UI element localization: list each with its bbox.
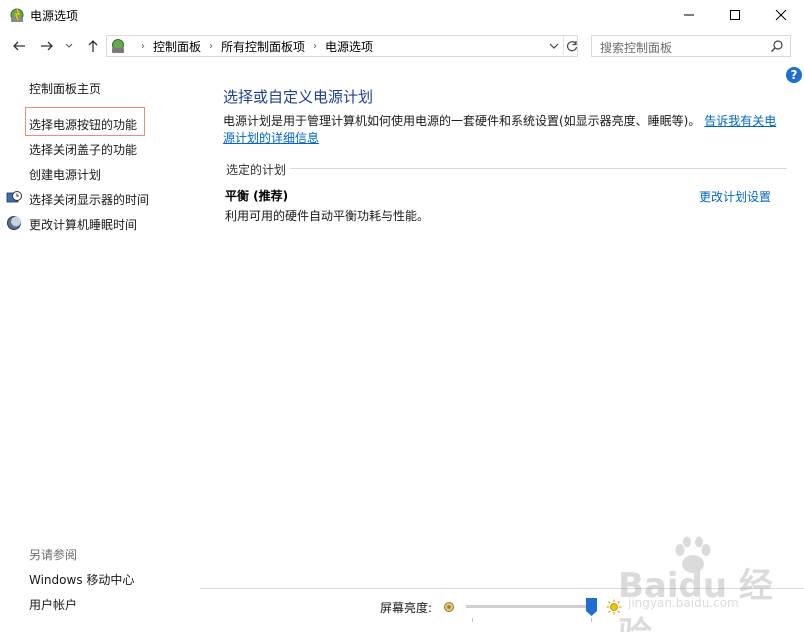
up-button[interactable] <box>83 36 103 56</box>
back-arrow-icon <box>13 41 25 51</box>
watermark-url: jingyan.baidu.com <box>628 596 739 610</box>
back-button[interactable] <box>9 36 29 56</box>
maximize-icon <box>730 10 740 20</box>
brightness-slider[interactable] <box>466 605 594 608</box>
plan-description: 利用可用的硬件自动平衡功耗与性能。 <box>225 209 430 223</box>
address-box[interactable]: › 控制面板 › 所有控制面板项 › 电源选项 <box>106 35 578 57</box>
window-title: 电源选项 <box>30 9 79 23</box>
minimize-button[interactable] <box>666 0 712 30</box>
power-options-icon <box>10 8 24 22</box>
control-panel-icon <box>112 39 124 53</box>
dim-sun-icon <box>444 602 454 612</box>
breadcrumb-item-control-panel[interactable]: 控制面板 <box>153 38 201 55</box>
breadcrumb-separator-icon[interactable]: › <box>305 41 325 52</box>
sidebar-item-create-plan[interactable]: 创建电源计划 <box>29 166 101 183</box>
close-icon <box>775 9 787 21</box>
search-placeholder: 搜索控制面板 <box>600 41 673 55</box>
sidebar-home-link[interactable]: 控制面板主页 <box>29 80 101 97</box>
recent-locations-button[interactable] <box>62 36 76 56</box>
title-bar: 电源选项 <box>0 0 804 30</box>
sidebar-item-sleep[interactable]: 更改计算机睡眠时间 <box>29 216 137 233</box>
breadcrumb-separator-icon[interactable]: › <box>201 41 221 52</box>
breadcrumb-item-power-options[interactable]: 电源选项 <box>325 38 373 55</box>
sidebar-item-lid[interactable]: 选择关闭盖子的功能 <box>29 141 137 158</box>
help-icon[interactable]: ? <box>786 67 802 83</box>
see-also-mobility-center[interactable]: Windows 移动中心 <box>29 571 134 588</box>
refresh-icon <box>566 41 578 52</box>
selected-plan-heading: 选定的计划 <box>226 163 287 177</box>
see-also-user-accounts[interactable]: 用户帐户 <box>29 596 77 613</box>
breadcrumb: › 控制面板 › 所有控制面板项 › 电源选项 <box>133 36 373 56</box>
address-dropdown-button[interactable] <box>545 36 563 56</box>
watermark-text: Baidu 经验 <box>618 566 773 632</box>
chevron-down-icon <box>549 43 559 49</box>
clock-monitor-icon <box>6 191 22 203</box>
slider-tick <box>591 618 592 622</box>
refresh-button[interactable] <box>563 36 580 56</box>
close-button[interactable] <box>758 0 804 30</box>
minimize-icon <box>684 14 694 16</box>
brightness-slider-thumb[interactable] <box>585 598 597 616</box>
search-input[interactable]: 搜索控制面板 <box>591 35 791 57</box>
sidebar-item-power-button[interactable]: 选择电源按钮的功能 <box>29 116 137 133</box>
slider-tick <box>472 618 473 622</box>
forward-arrow-icon <box>41 41 53 51</box>
plan-name: 平衡 (推荐) <box>225 189 289 203</box>
see-also-heading: 另请参阅 <box>29 548 78 562</box>
breadcrumb-item-all-items[interactable]: 所有控制面板项 <box>221 38 305 55</box>
change-plan-settings-link[interactable]: 更改计划设置 <box>699 188 771 205</box>
divider <box>290 168 787 169</box>
up-arrow-icon <box>88 40 98 52</box>
chevron-down-icon <box>65 43 73 48</box>
breadcrumb-separator-icon: › <box>141 40 145 52</box>
search-icon <box>771 40 783 52</box>
page-title: 选择或自定义电源计划 <box>223 88 374 106</box>
forward-button[interactable] <box>37 36 57 56</box>
sidebar-item-display-off[interactable]: 选择关闭显示器的时间 <box>29 191 149 208</box>
baidu-watermark: Baidu 经验 jingyan.baidu.com <box>608 536 788 632</box>
brightness-label: 屏幕亮度: <box>380 601 433 615</box>
description-text: 电源计划是用于管理计算机如何使用电源的一套硬件和系统设置(如显示器亮度、睡眠等)… <box>223 114 701 128</box>
moon-sleep-icon <box>7 216 21 230</box>
page-description: 电源计划是用于管理计算机如何使用电源的一套硬件和系统设置(如显示器亮度、睡眠等)… <box>223 113 787 147</box>
maximize-button[interactable] <box>712 0 758 30</box>
